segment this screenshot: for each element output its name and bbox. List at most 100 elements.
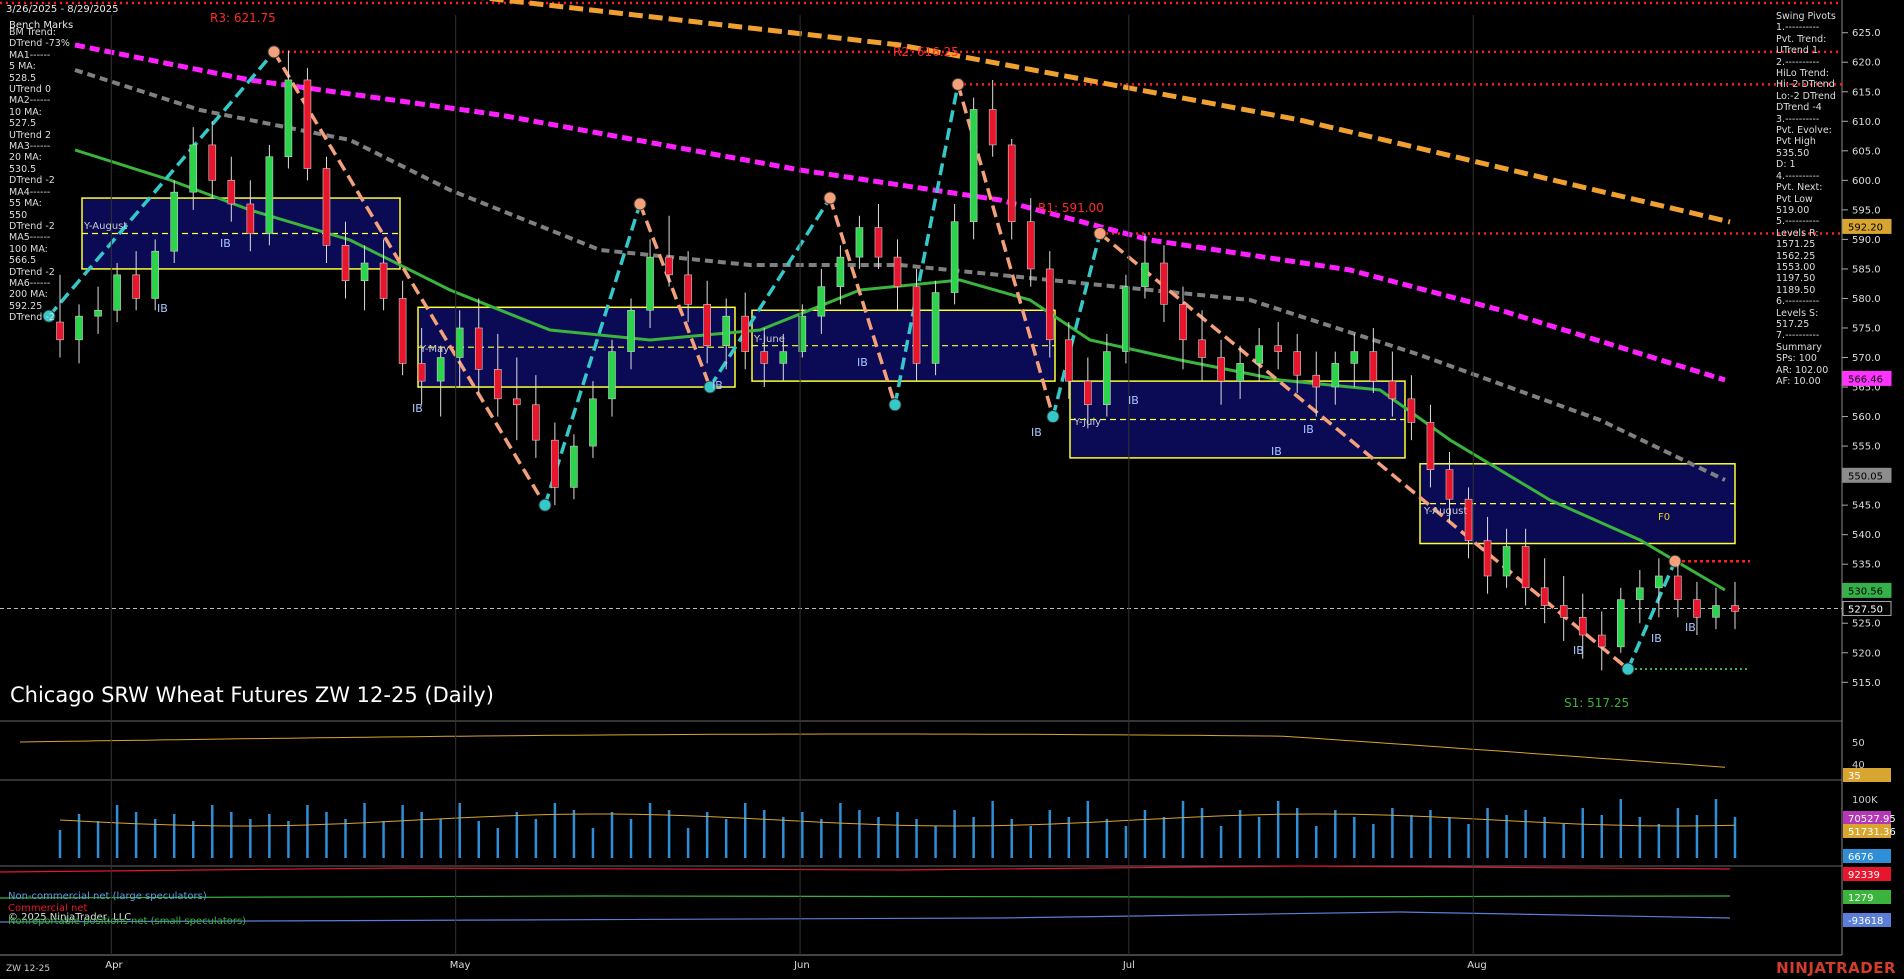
swing-pivot-dot xyxy=(267,45,281,59)
info-line: 1562.25 xyxy=(1776,250,1816,262)
candle-body xyxy=(646,256,654,311)
candle-body xyxy=(455,327,464,358)
ib-label: IB xyxy=(1031,426,1042,439)
info-line: MA1------ xyxy=(9,49,51,61)
ib-label: IB xyxy=(412,402,423,415)
cot-legend-nonreportable: Nonreportable positions net (small specu… xyxy=(8,916,247,927)
candle-body xyxy=(836,256,845,287)
price-tag-text: 566.46 xyxy=(1848,374,1883,385)
swing-pivot-dot xyxy=(951,77,965,91)
info-line: Lo:-2 DTrend xyxy=(1776,90,1836,102)
info-line: DTrend -2 xyxy=(9,266,55,278)
candle-body xyxy=(1103,351,1111,406)
candle-body xyxy=(1502,546,1511,577)
y-tick-label: 560.0 xyxy=(1852,412,1881,423)
info-line: 528.5 xyxy=(9,72,37,84)
candle-body xyxy=(1084,380,1092,406)
info-line: MA6------ xyxy=(9,277,51,289)
info-line: DTrend -2 xyxy=(9,220,55,232)
y-tick-label: 580.0 xyxy=(1852,294,1881,305)
candle-body xyxy=(265,156,274,234)
swing-pivot-dot xyxy=(1621,662,1635,676)
y-tick-label: 555.0 xyxy=(1852,442,1881,453)
ib-label: IB xyxy=(1651,632,1662,645)
vwap-label-june: Y-June xyxy=(753,334,785,345)
candle-body xyxy=(474,327,483,370)
vwap-label-may: Y-May xyxy=(419,344,449,355)
info-line: D: 1 xyxy=(1776,159,1796,171)
info-line: 6.---------- xyxy=(1776,296,1820,308)
swing-pivot-dot xyxy=(538,498,552,512)
info-line: 1571.25 xyxy=(1776,239,1816,251)
y-tick-label: 625.0 xyxy=(1852,28,1881,39)
info-line: AR: 102.00 xyxy=(1776,364,1829,376)
candle-body xyxy=(1198,339,1206,358)
candle-body xyxy=(1597,634,1606,648)
candle-body xyxy=(94,309,102,317)
info-line: 1197.50 xyxy=(1776,273,1816,285)
y-tick-label: 570.0 xyxy=(1852,353,1881,364)
swing-pivot-dot xyxy=(823,191,837,205)
ib-label: IB xyxy=(712,379,723,392)
info-line: DTrend -73% xyxy=(9,38,70,50)
info-line: 7.---------- xyxy=(1776,330,1820,342)
candle-body xyxy=(1540,587,1549,606)
candle-body xyxy=(817,286,826,317)
info-line: MA4------ xyxy=(9,186,51,198)
candle-body xyxy=(1179,304,1187,341)
info-line: 1553.00 xyxy=(1776,261,1816,273)
info-line: 550 xyxy=(9,209,28,221)
info-line: 592.25 xyxy=(9,300,43,312)
x-tick-label: May xyxy=(450,960,471,971)
y-tick-label: 610.0 xyxy=(1852,117,1881,128)
sub-panel-tag-text: 35 xyxy=(1848,771,1861,782)
info-line: DTrend -4 xyxy=(1776,102,1822,114)
candle-body xyxy=(1369,351,1378,382)
adx-axis-label: 50 xyxy=(1852,738,1865,749)
candle-body xyxy=(1293,351,1302,376)
candle-body xyxy=(1674,575,1682,600)
candle-body xyxy=(1712,605,1720,618)
candle-body xyxy=(436,357,445,382)
cot-legend-noncommercial: Non-commercial net (large speculators) xyxy=(8,891,207,902)
candle-body xyxy=(170,191,179,252)
candle-body xyxy=(551,439,559,488)
candle-body xyxy=(1388,380,1397,400)
symbol-label: ZW 12-25 xyxy=(6,964,51,974)
swing-pivot-dot xyxy=(1668,554,1682,568)
candle-body xyxy=(227,180,236,205)
y-tick-label: 620.0 xyxy=(1852,58,1881,69)
info-line: 4.---------- xyxy=(1776,170,1820,182)
candle-body xyxy=(741,315,750,352)
ib-label: IB xyxy=(1685,621,1696,634)
chart-title: Chicago SRW Wheat Futures ZW 12-25 (Dail… xyxy=(10,683,494,707)
sub-panel-tag-text: 51731.36 xyxy=(1848,827,1896,838)
info-line: 5.---------- xyxy=(1776,216,1820,228)
price-tag-text: 592.20 xyxy=(1848,222,1883,233)
candle-body xyxy=(189,144,198,193)
candle-body xyxy=(760,351,769,364)
ib-label: IB xyxy=(1128,394,1139,407)
candle-body xyxy=(1160,262,1168,305)
vwap-label-august: Y-August xyxy=(1423,506,1467,517)
ninjatrader-logo: NINJATRADER xyxy=(1776,959,1896,977)
candle-body xyxy=(151,250,159,299)
price-chart[interactable]: 5040100K3570527.9551731.366676923391279-… xyxy=(0,0,1904,979)
info-line: Levels S: xyxy=(1776,307,1819,319)
candle-body xyxy=(1483,540,1492,577)
info-line: MA3------ xyxy=(9,141,51,153)
candle-body xyxy=(665,256,673,276)
candle-body xyxy=(322,168,331,246)
ib-label: IB xyxy=(1573,644,1584,657)
date-range: 3/26/2025 - 8/29/2025 xyxy=(6,4,119,15)
candle-body xyxy=(608,351,616,400)
info-line: DTrend -2 xyxy=(9,312,55,324)
y-tick-label: 615.0 xyxy=(1852,87,1881,98)
info-line: AF: 10.00 xyxy=(1776,376,1821,387)
info-line: 519.00 xyxy=(1776,204,1810,216)
r2-label: R2: 616.25 xyxy=(893,45,959,59)
info-line: Levels R: xyxy=(1776,227,1819,239)
info-line: DTrend -2 xyxy=(9,175,55,187)
candle-body xyxy=(532,404,540,441)
candle-body xyxy=(893,256,902,287)
